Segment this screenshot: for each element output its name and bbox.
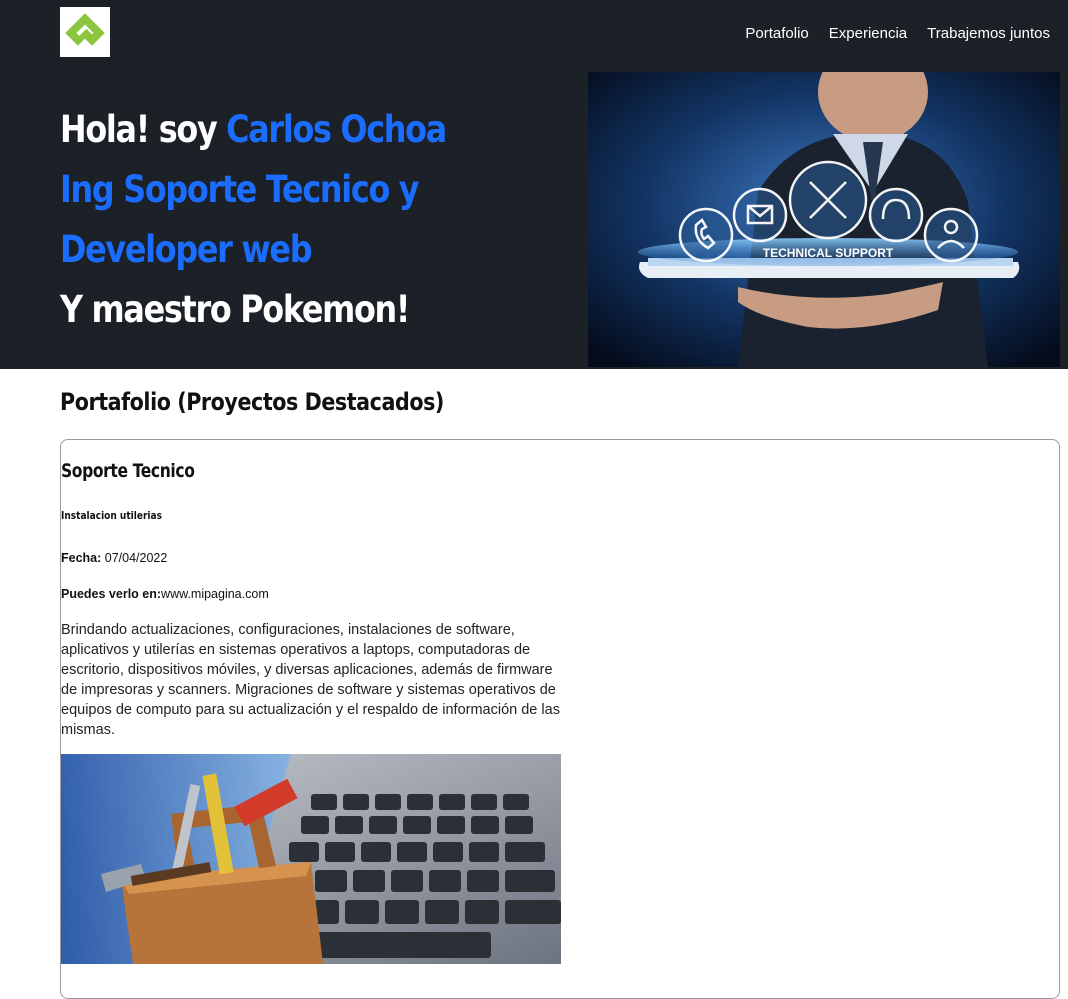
nav-trabajemos-juntos[interactable]: Trabajemos juntos bbox=[927, 25, 1050, 42]
project-title: Soporte Tecnico bbox=[61, 460, 195, 482]
date-label: Fecha: bbox=[61, 551, 102, 565]
project-link-row: Puedes verlo en:www.mipagina.com bbox=[61, 587, 269, 601]
project-card: Soporte Tecnico Instalacion utilerias Fe… bbox=[60, 439, 1060, 999]
hero-image: TECHNICAL SUPPORT bbox=[588, 72, 1060, 367]
site-header: Portafolio Experiencia Trabajemos juntos… bbox=[0, 0, 1068, 369]
main-nav: Portafolio Experiencia Trabajemos juntos bbox=[745, 25, 1050, 42]
project-date: Fecha: 07/04/2022 bbox=[61, 551, 167, 565]
hero-tagline: Y maestro Pokemon! bbox=[60, 288, 410, 331]
nav-experiencia[interactable]: Experiencia bbox=[829, 25, 907, 42]
project-link[interactable]: www.mipagina.com bbox=[161, 587, 269, 601]
hero-heading: Hola! soy Carlos Ochoa Ing Soporte Tecni… bbox=[60, 100, 567, 340]
nav-portafolio[interactable]: Portafolio bbox=[745, 25, 808, 42]
hero-greeting: Hola! soy bbox=[60, 108, 227, 151]
portfolio-title: Portafolio (Proyectos Destacados) bbox=[60, 388, 444, 416]
logo[interactable] bbox=[60, 7, 110, 57]
hero-name: Carlos Ochoa bbox=[226, 108, 447, 151]
project-subtitle: Instalacion utilerias bbox=[61, 509, 162, 522]
logo-icon bbox=[65, 13, 105, 46]
project-description: Brindando actualizaciones, configuracion… bbox=[61, 622, 560, 738]
hero-image-caption: TECHNICAL SUPPORT bbox=[763, 246, 894, 260]
hero-role: Ing Soporte Tecnico y Developer web bbox=[60, 168, 420, 271]
project-image bbox=[61, 754, 561, 964]
link-label: Puedes verlo en: bbox=[61, 587, 162, 601]
date-value: 07/04/2022 bbox=[101, 551, 168, 565]
